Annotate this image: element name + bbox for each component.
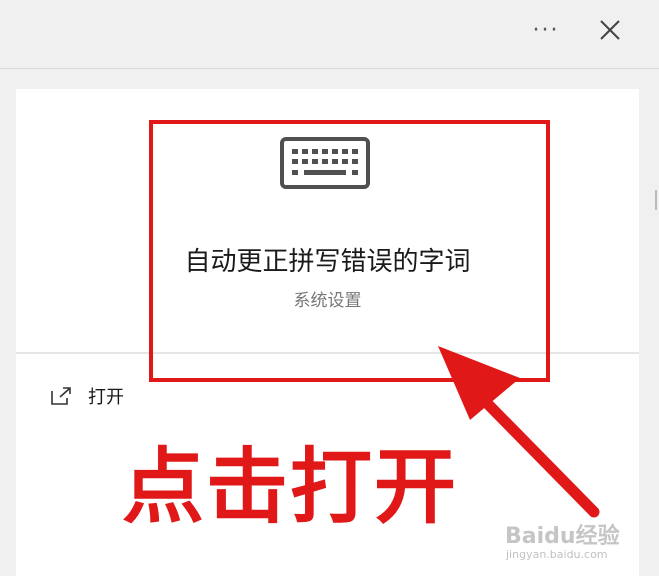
open-action[interactable]: 打开	[50, 384, 124, 408]
close-button[interactable]	[592, 12, 628, 48]
watermark-url: jingyan.baidu.com	[506, 548, 608, 561]
open-label: 打开	[88, 387, 124, 408]
annotation-highlight-box	[149, 120, 550, 382]
scrollbar-edge	[655, 190, 657, 210]
more-options-button[interactable]: ···	[528, 14, 564, 46]
title-bar: ···	[0, 0, 659, 69]
more-horizontal-icon: ···	[532, 17, 560, 43]
annotation-text: 点击打开	[122, 440, 459, 535]
watermark-brand: Baidu经验	[505, 524, 620, 549]
open-external-icon	[51, 387, 71, 405]
close-icon	[600, 20, 620, 40]
